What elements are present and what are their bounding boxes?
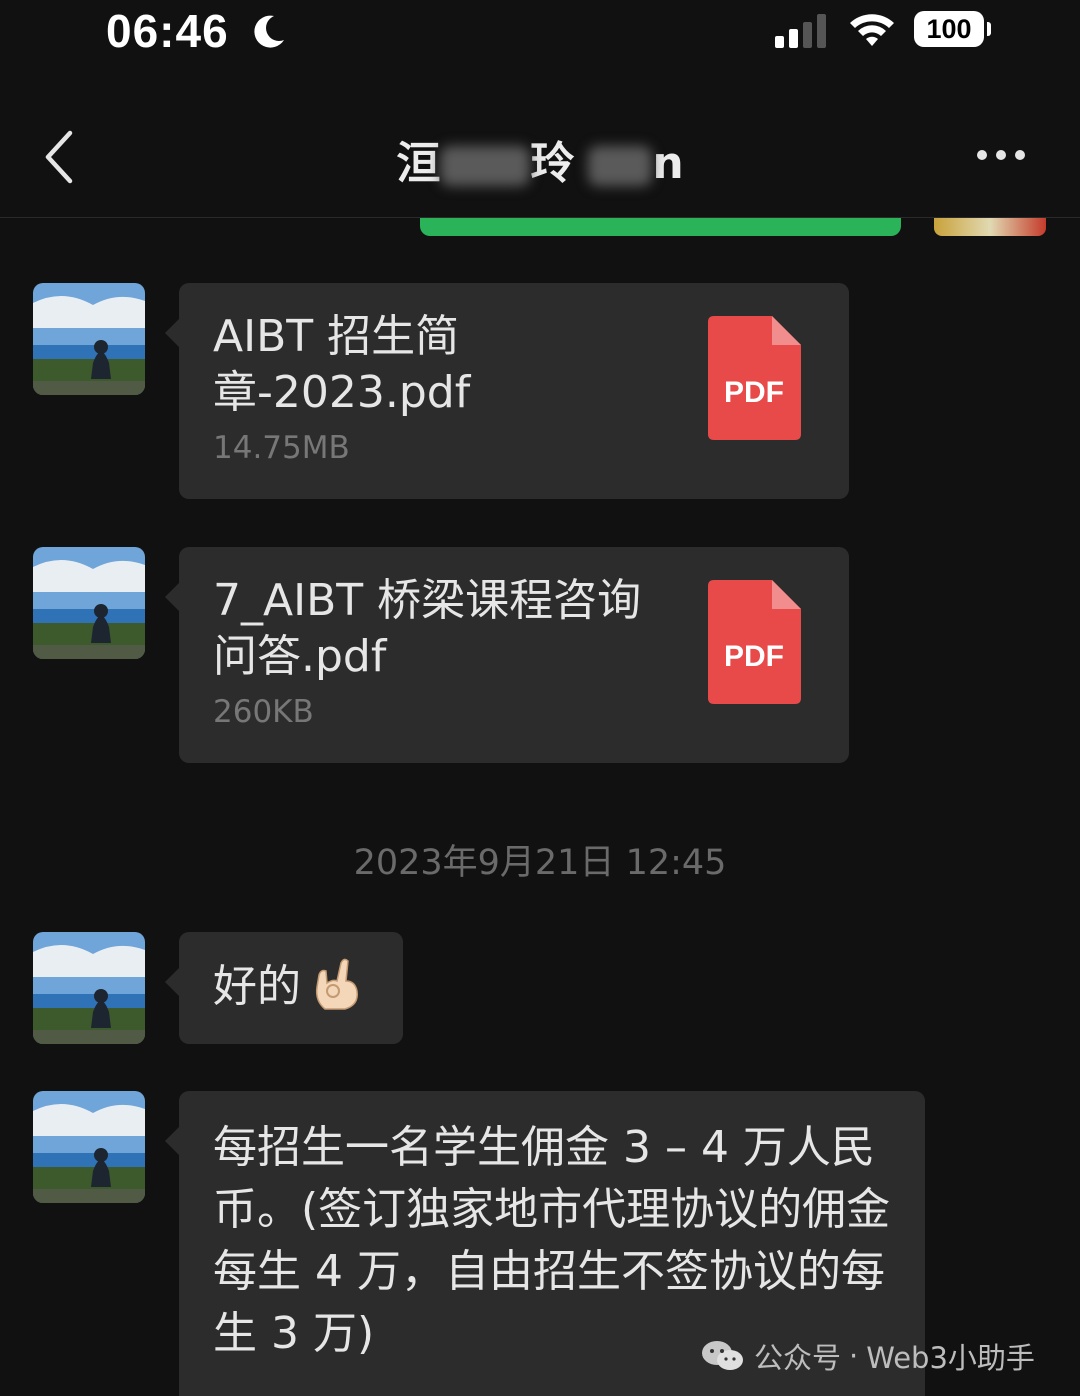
chat-title-part: 洹 [396, 138, 441, 189]
redacted-block [440, 146, 531, 186]
more-dots-icon[interactable] [970, 135, 1032, 175]
message-text: 好的 [213, 961, 301, 1012]
watermark: 公众号 · Web3小助手 [700, 1335, 1035, 1377]
battery-indicator: 100 [914, 11, 984, 47]
file-name: AIBT 招生简章-2023.pdf [213, 311, 471, 418]
watermark-separator: · [849, 1339, 859, 1373]
chat-title-part: 玲 [530, 138, 575, 189]
status-bar: 06:46 100 [0, 0, 1080, 70]
avatar[interactable] [33, 1091, 145, 1203]
file-size: 14.75MB [213, 430, 350, 466]
wechat-logo-icon [702, 1341, 743, 1370]
message-text-wrap: 好的 [213, 956, 361, 1018]
chat-screen: 06:46 100 洹 玲 n AIBT 招生简章-2023.pdf 14.75MB… [0, 0, 1080, 1396]
chat-title[interactable]: 洹玲n [0, 127, 1080, 191]
avatar[interactable] [33, 547, 145, 659]
pdf-file-icon: PDF [708, 580, 801, 704]
file-name: 7_AIBT 桥梁课程咨询问答.pdf [213, 575, 642, 682]
moon-icon [254, 15, 284, 48]
message-text: 每招生一名学生佣金 3 – 4 万人民币。(签订独家地市代理协议的佣金每生 4 … [213, 1122, 891, 1359]
previous-message-bubble [420, 218, 901, 236]
battery-tip [987, 22, 991, 36]
avatar[interactable] [33, 283, 145, 395]
wifi-icon [850, 14, 894, 46]
file-size: 260KB [213, 694, 314, 730]
redacted-block [588, 146, 653, 186]
pdf-label: PDF [724, 376, 784, 409]
chat-title-part: n [652, 138, 684, 189]
watermark-source: 公众号 [754, 1341, 842, 1375]
file-message-bubble[interactable]: AIBT 招生简章-2023.pdf 14.75MB PDF [165, 283, 849, 499]
signal-icon [775, 14, 826, 48]
watermark-account: Web3小助手 [866, 1341, 1035, 1375]
file-message-bubble[interactable]: 7_AIBT 桥梁课程咨询问答.pdf 260KB PDF [165, 547, 849, 763]
status-time: 06:46 [106, 5, 229, 57]
pdf-file-icon: PDF [708, 316, 801, 440]
ok-hand-emoji-icon [315, 958, 358, 1010]
own-avatar [934, 218, 1046, 236]
text-message-bubble[interactable]: 好的 [165, 932, 403, 1044]
avatar[interactable] [33, 932, 145, 1044]
message-timestamp: 2023年9月21日 12:45 [353, 843, 727, 883]
pdf-label: PDF [724, 640, 784, 673]
nav-bar: 洹玲n [0, 95, 1080, 218]
